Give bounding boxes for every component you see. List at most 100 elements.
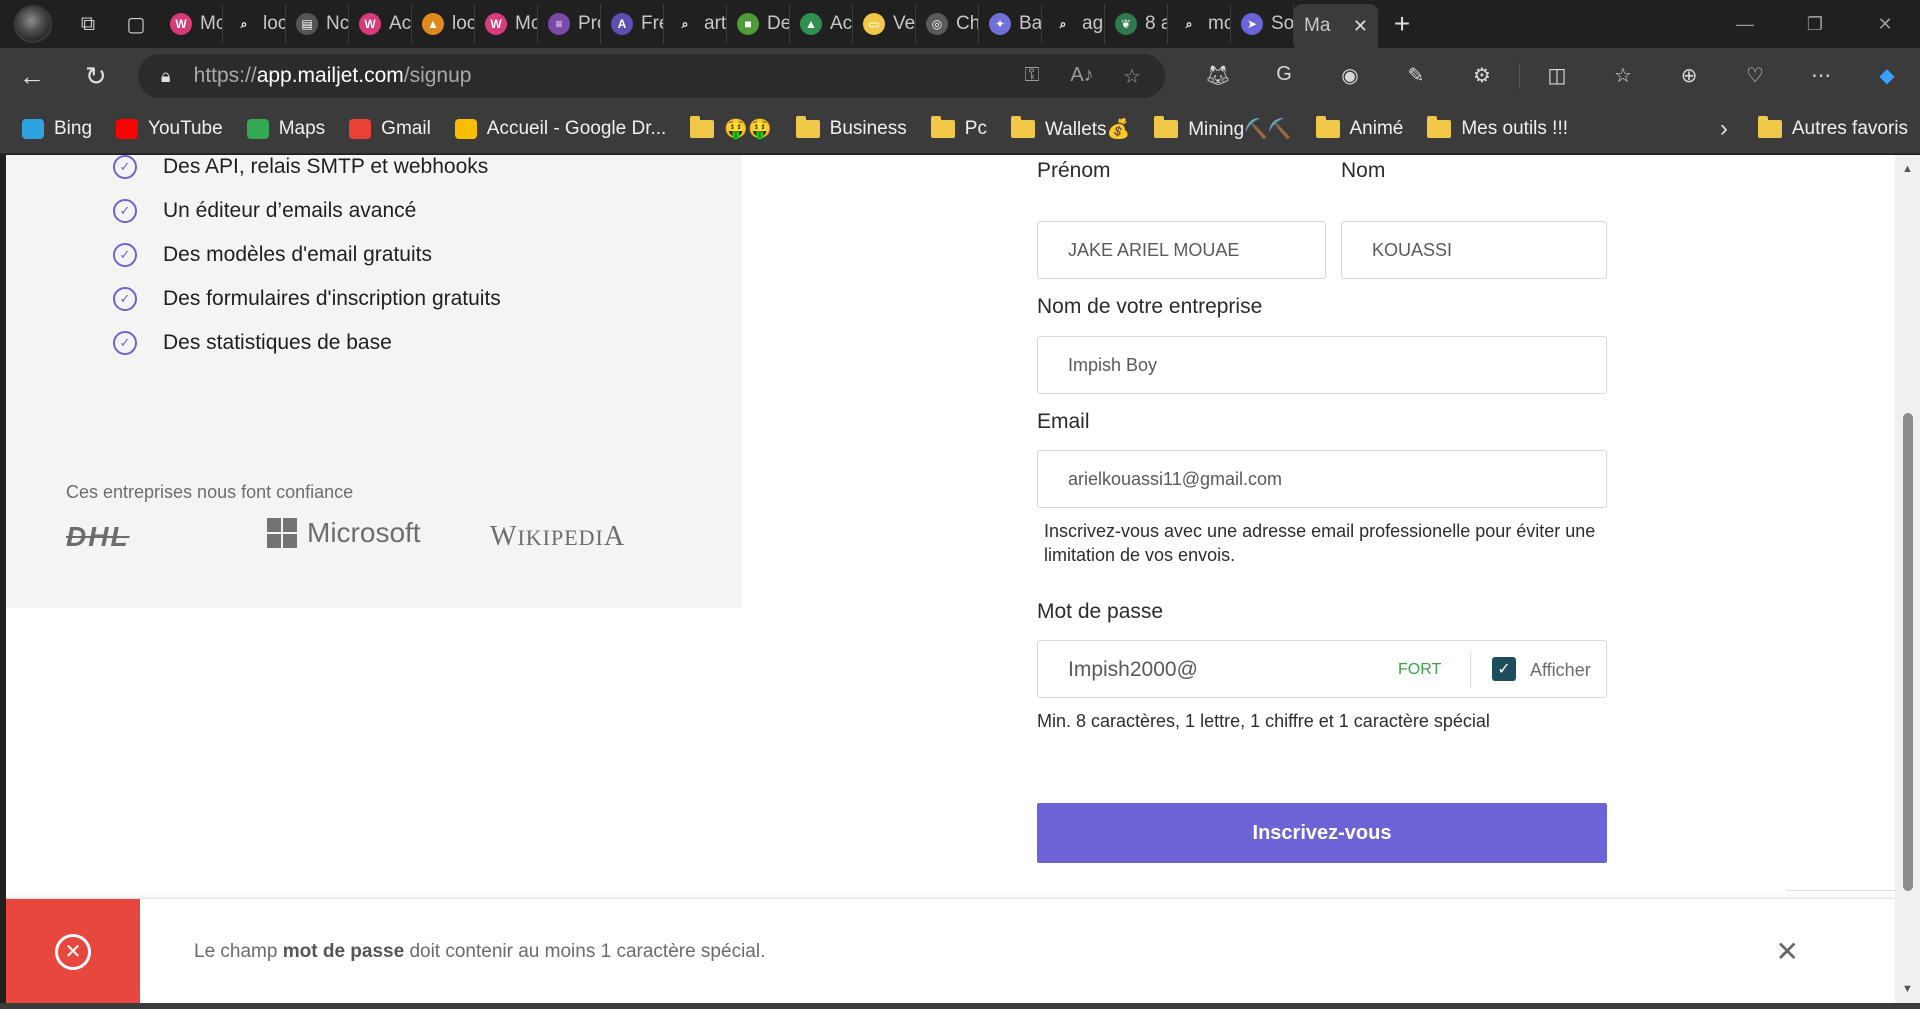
tab-favicon-icon: W <box>485 13 507 35</box>
browser-tab-strip: ⧉ ▢ WMc⌕loc▤NcWAc▲locWMc≡ProAFre⌕art■De▲… <box>0 0 1920 48</box>
browser-essentials-icon[interactable]: ♡ <box>1722 63 1788 89</box>
workspaces-icon[interactable]: ⧉ <box>64 0 112 48</box>
key-icon[interactable]: ⚿ <box>1011 64 1053 89</box>
first-name-input[interactable]: JAKE ARIEL MOUAE <box>1037 221 1326 279</box>
tab[interactable]: ⌕ loc <box>223 4 286 44</box>
tab-favicon-icon: ≡ <box>548 13 570 35</box>
close-toast-icon[interactable]: ✕ <box>1776 899 1799 1003</box>
bookmark-item[interactable]: Animé <box>1304 104 1416 154</box>
folder-icon <box>795 115 820 138</box>
vpn-extension-icon[interactable]: ◉ <box>1317 63 1383 89</box>
extensions-icon[interactable]: ⚙ <box>1449 63 1515 89</box>
folder-icon <box>1757 115 1782 138</box>
bookmark-item[interactable]: YouTube <box>104 104 235 154</box>
password-label: Mot de passe <box>1037 600 1164 623</box>
url-scheme: https:// <box>193 64 257 87</box>
feature-item: ✓ Des API, relais SMTP et webhooks <box>113 155 488 179</box>
toolbar-divider <box>1518 63 1520 89</box>
lock-icon[interactable]: 🔒︎ <box>138 66 194 87</box>
bookmark-item[interactable]: Accueil - Google Dr... <box>443 104 679 154</box>
tab-favicon-icon: ⌕ <box>233 13 255 35</box>
feature-item: ✓ Un éditeur d’emails avancé <box>113 199 416 223</box>
bookmark-item[interactable]: Mes outils !!! <box>1415 104 1580 154</box>
folder-icon <box>1010 115 1035 138</box>
read-aloud-icon[interactable]: A♪ <box>1061 64 1103 89</box>
bookmark-item[interactable]: 🤑🤑 <box>678 104 783 154</box>
password-input[interactable]: Impish2000@ <box>1068 641 1198 699</box>
show-password-checkbox[interactable]: ✓ <box>1492 657 1516 681</box>
close-window-button[interactable]: ✕ <box>1850 0 1920 48</box>
tab[interactable]: W Ac <box>349 4 412 44</box>
bookmark-label: Mining⛏️⛏️ <box>1188 118 1292 140</box>
copilot-icon[interactable]: ◆ <box>1854 63 1920 89</box>
wikipedia-logo: WIKIPEDIA <box>490 521 626 552</box>
scroll-down-arrow-icon[interactable]: ▼ <box>1895 979 1920 999</box>
company-input[interactable]: Impish Boy <box>1037 336 1607 394</box>
tab-label: Nc <box>326 13 349 34</box>
bookmark-label: Pc <box>964 117 987 139</box>
signup-submit-button[interactable]: Inscrivez-vous <box>1037 803 1607 863</box>
tab-favicon-icon: ❦ <box>1115 13 1137 35</box>
new-tab-button[interactable]: + <box>1378 0 1426 48</box>
tab-favicon-icon: ◎ <box>926 13 948 35</box>
tab-active[interactable]: Ma ✕ <box>1294 4 1378 48</box>
tab[interactable]: ⌕ art <box>664 4 727 44</box>
check-circle-icon: ✓ <box>113 331 137 355</box>
bookmark-item[interactable]: Gmail <box>337 104 443 154</box>
tab[interactable]: ➤ So <box>1231 4 1294 44</box>
bookmarks-overflow-chevron-icon[interactable]: › <box>1702 115 1746 143</box>
maximize-button[interactable]: ❐ <box>1780 0 1850 48</box>
reload-button[interactable]: ↻ <box>64 48 128 104</box>
bookmark-item[interactable]: Maps <box>235 104 337 154</box>
address-bar[interactable]: 🔒︎ https://app.mailjet.com/signup ⚿ A♪ ☆ <box>137 54 1165 98</box>
url-text[interactable]: https://app.mailjet.com/signup <box>194 64 472 88</box>
collections-icon[interactable]: ⊕ <box>1656 63 1722 89</box>
last-name-input[interactable]: KOUASSI <box>1341 221 1607 279</box>
tab[interactable]: W Mc <box>475 4 538 44</box>
split-screen-icon[interactable]: ◫ <box>1524 63 1590 89</box>
browser-toolbar: ← ↻ 🔒︎ https://app.mailjet.com/signup ⚿ … <box>0 48 1920 104</box>
close-tab-icon[interactable]: ✕ <box>1353 16 1368 37</box>
other-bookmarks-folder[interactable]: Autres favoris <box>1746 104 1920 154</box>
tab[interactable]: ⌕ ag <box>1042 4 1105 44</box>
tab[interactable]: ▤ Nc <box>286 4 349 44</box>
pipette-extension-icon[interactable]: ✎ <box>1383 63 1449 89</box>
tab[interactable]: ▭ Ve <box>853 4 916 44</box>
tab[interactable]: ❦ 8 a <box>1105 4 1168 44</box>
tab[interactable]: W Mc <box>160 4 223 44</box>
scroll-up-arrow-icon[interactable]: ▲ <box>1895 159 1920 179</box>
tab[interactable]: ⌕ mo <box>1168 4 1231 44</box>
tab[interactable]: ■ De <box>727 4 790 44</box>
bookmark-item[interactable]: Bing <box>10 104 104 154</box>
tab[interactable]: ✦ Ba <box>979 4 1042 44</box>
tab-label: Ve <box>893 13 916 34</box>
show-password-label[interactable]: Afficher <box>1530 641 1591 699</box>
tab[interactable]: ◎ Ch <box>916 4 979 44</box>
bookmark-item[interactable]: Pc <box>919 104 999 154</box>
tab[interactable]: ≡ Pro <box>538 4 601 44</box>
feature-label: Des modèles d'email gratuits <box>163 243 432 266</box>
scrollbar-thumb[interactable] <box>1903 413 1913 891</box>
bookmark-item[interactable]: Wallets💰 <box>999 104 1142 154</box>
email-input[interactable]: arielkouassi11@gmail.com <box>1037 450 1607 508</box>
tab-favicon-icon: A <box>611 13 633 35</box>
bookmark-item[interactable]: Mining⛏️⛏️ <box>1142 104 1303 154</box>
tab[interactable]: ▲ loc <box>412 4 475 44</box>
minimize-button[interactable]: — <box>1710 0 1780 48</box>
tab[interactable]: A Fre <box>601 4 664 44</box>
password-strength-badge: FORT <box>1398 661 1442 678</box>
tab-label: Ac <box>830 13 853 34</box>
feature-item: ✓ Des modèles d'email gratuits <box>113 243 432 267</box>
tab-actions-icon[interactable]: ▢ <box>112 0 160 48</box>
favorite-star-icon[interactable]: ☆ <box>1111 64 1153 89</box>
fox-extension-icon[interactable]: 🦊︎ <box>1185 63 1251 89</box>
tab[interactable]: ▲ Ac <box>790 4 853 44</box>
favorites-icon[interactable]: ☆ <box>1590 63 1656 89</box>
back-button[interactable]: ← <box>0 48 64 104</box>
bookmark-label: Animé <box>1349 117 1404 139</box>
more-menu-icon[interactable]: ⋯ <box>1788 63 1854 89</box>
bookmark-item[interactable]: Business <box>784 104 919 154</box>
translate-extension-icon[interactable]: G <box>1251 63 1317 89</box>
page-scrollbar[interactable]: ▲ ▼ <box>1895 155 1920 1003</box>
profile-avatar[interactable] <box>14 5 52 43</box>
